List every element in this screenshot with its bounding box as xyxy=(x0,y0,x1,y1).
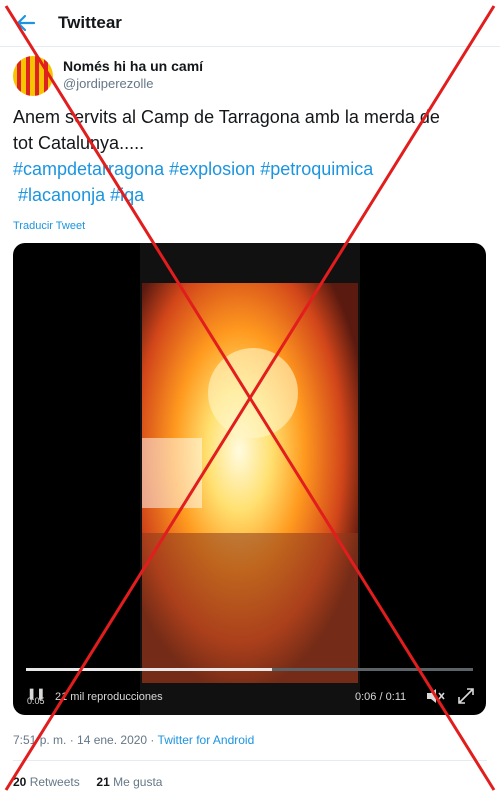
tweet-text: Anem servits al Camp de Tarragona amb la… xyxy=(13,104,483,208)
catalan-flag-avatar-icon xyxy=(13,56,53,96)
hashtag-link[interactable]: #explosion xyxy=(169,159,255,179)
like-count[interactable]: 21 xyxy=(96,775,109,789)
page-title: Twittear xyxy=(58,13,122,32)
back-arrow-icon[interactable] xyxy=(14,12,38,34)
hashtag-link[interactable]: #petroquimica xyxy=(260,159,373,179)
tweet-stats: 20 Retweets 21 Me gusta xyxy=(13,775,162,789)
video-frame-fire xyxy=(140,243,360,715)
tweet-timestamp[interactable]: 7:51 p. m. · 14 ene. 2020 · xyxy=(13,733,154,747)
retweet-count[interactable]: 20 xyxy=(13,775,26,789)
tweet-source-link[interactable]: Twitter for Android xyxy=(158,733,255,747)
video-player[interactable]: ❚❚ 0:05 21 mil reproducciones 0:06 / 0:1… xyxy=(13,243,486,715)
hashtag-line: #campdetarragona #explosion #petroquimic… xyxy=(13,156,483,182)
hashtag-link[interactable]: #campdetarragona xyxy=(13,159,164,179)
header-bar: Twittear xyxy=(0,0,500,47)
retweet-label[interactable]: Retweets xyxy=(30,775,80,789)
video-progress-bar[interactable] xyxy=(26,668,473,671)
mute-icon[interactable] xyxy=(425,687,445,705)
translate-tweet-link[interactable]: Traducir Tweet xyxy=(13,220,85,232)
divider xyxy=(13,760,487,761)
author-handle[interactable]: @jordiperezolle xyxy=(63,76,154,91)
author-name[interactable]: Només hi ha un camí xyxy=(63,58,203,74)
elapsed-time: 0:05 xyxy=(27,696,45,706)
like-label[interactable]: Me gusta xyxy=(113,775,162,789)
hashtag-link[interactable]: #iqa xyxy=(110,185,144,205)
video-progress-fill xyxy=(26,668,272,671)
fullscreen-icon[interactable] xyxy=(457,687,475,705)
video-time: 0:06 / 0:11 xyxy=(355,691,407,703)
hashtag-line: #lacanonja #iqa xyxy=(13,182,483,208)
tweet-line: tot Catalunya..... xyxy=(13,133,145,153)
hashtag-link[interactable]: #lacanonja xyxy=(18,185,105,205)
avatar[interactable] xyxy=(13,56,53,96)
tweet-meta: 7:51 p. m. · 14 ene. 2020 · Twitter for … xyxy=(13,733,254,747)
view-count: 21 mil reproducciones xyxy=(55,691,163,703)
tweet-line: Anem servits al Camp de Tarragona amb la… xyxy=(13,107,440,127)
